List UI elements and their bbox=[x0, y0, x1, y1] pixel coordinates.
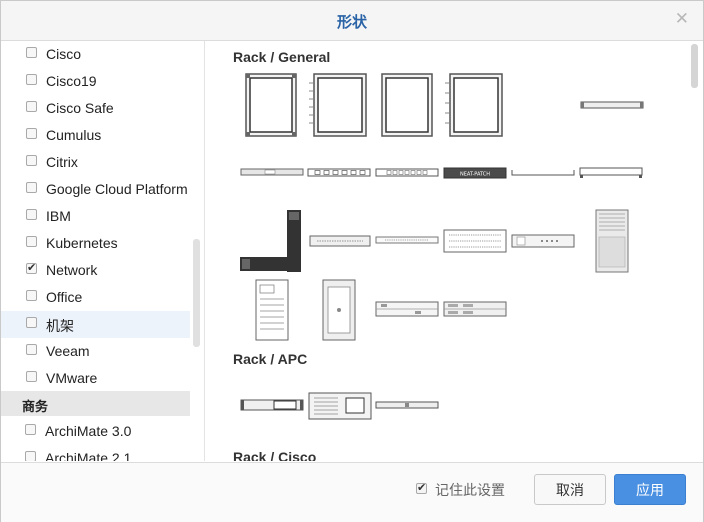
rack-switch-2u-shape[interactable] bbox=[443, 229, 507, 253]
switch-shape[interactable] bbox=[375, 168, 439, 177]
checkbox[interactable] bbox=[26, 317, 37, 328]
remember-checkbox[interactable] bbox=[416, 481, 427, 494]
apc-ups-1u-shape[interactable] bbox=[240, 398, 304, 412]
library-item-rack[interactable]: 机架 bbox=[1, 311, 190, 338]
preview-scrollbar[interactable] bbox=[691, 44, 698, 88]
checkbox[interactable] bbox=[26, 371, 37, 382]
rack-switch-1u-shape[interactable] bbox=[375, 235, 439, 245]
1u-server-shape[interactable] bbox=[240, 168, 304, 176]
close-icon[interactable]: ✕ bbox=[675, 9, 689, 29]
library-item-cisco-safe[interactable]: Cisco Safe bbox=[1, 95, 190, 122]
library-item-label: Veeam bbox=[46, 343, 90, 359]
category-label: 商务 bbox=[22, 399, 49, 414]
library-item-veeam[interactable]: Veeam bbox=[1, 338, 190, 365]
remember-label: 记住此设置 bbox=[435, 482, 505, 498]
section-title-rack-cisco: Rack / Cisco bbox=[233, 449, 317, 461]
library-item-label: Office bbox=[46, 289, 83, 305]
library-item-label: 机架 bbox=[46, 318, 74, 334]
cancel-button[interactable]: 取消 bbox=[534, 474, 606, 505]
numbered-rack-cabinet-shape[interactable] bbox=[309, 73, 369, 137]
dialog-titlebar: 形状 ✕ bbox=[1, 1, 703, 41]
dialog-title: 形状 bbox=[336, 14, 367, 31]
rack-cabinet-shape[interactable] bbox=[245, 73, 297, 137]
checkbox[interactable] bbox=[26, 290, 37, 301]
numbered-rack-shape[interactable] bbox=[445, 73, 505, 137]
library-item-citrix[interactable]: Citrix bbox=[1, 149, 190, 176]
library-item-label: Citrix bbox=[46, 154, 78, 170]
library-item-label: Cisco19 bbox=[46, 73, 97, 89]
checkbox[interactable] bbox=[26, 101, 37, 112]
library-item-label: Kubernetes bbox=[46, 235, 118, 251]
checkbox[interactable] bbox=[26, 74, 37, 85]
library-item-label: Network bbox=[46, 262, 98, 278]
library-item-archimate21[interactable]: ArchiMate 2.1 bbox=[1, 445, 190, 461]
cable-tray-shape[interactable] bbox=[511, 169, 575, 177]
shelf-shape[interactable] bbox=[580, 101, 644, 109]
checkbox[interactable] bbox=[25, 424, 36, 435]
checkbox-checked[interactable] bbox=[26, 261, 37, 274]
apc-ups-2u-shape[interactable] bbox=[308, 392, 372, 420]
apc-pdu-shape[interactable] bbox=[375, 401, 439, 409]
checkbox[interactable] bbox=[26, 47, 37, 58]
library-item-label: ArchiMate 2.1 bbox=[45, 450, 132, 461]
section-title-rack-apc: Rack / APC bbox=[233, 351, 308, 367]
library-item-archimate3[interactable]: ArchiMate 3.0 bbox=[1, 418, 190, 445]
checkbox[interactable] bbox=[26, 128, 37, 139]
checkbox[interactable] bbox=[26, 155, 37, 166]
checkbox[interactable] bbox=[26, 209, 37, 220]
checkbox[interactable] bbox=[26, 344, 37, 355]
apply-button[interactable]: 应用 bbox=[614, 474, 686, 505]
library-category-business: 商务 bbox=[1, 391, 190, 416]
shape-preview-panel[interactable]: Rack / General Rack / APC Rack / Cisco N… bbox=[205, 41, 703, 461]
library-item-network[interactable]: Network bbox=[1, 257, 190, 284]
tower-server-3-shape[interactable] bbox=[322, 279, 356, 341]
library-item-label: Cumulus bbox=[46, 127, 102, 143]
checkbox[interactable] bbox=[26, 236, 37, 247]
library-item-label: Cisco bbox=[46, 46, 82, 62]
library-item-label: Cisco Safe bbox=[46, 100, 114, 116]
library-item-google-cloud[interactable]: Google Cloud Platform bbox=[1, 176, 190, 203]
section-title-rack-general: Rack / General bbox=[233, 49, 331, 65]
library-item-cumulus[interactable]: Cumulus bbox=[1, 122, 190, 149]
checkbox[interactable] bbox=[25, 451, 36, 461]
neat-patch-shape[interactable]: NEAT-PATCH bbox=[443, 167, 507, 179]
rack-cabinet-plain-shape[interactable] bbox=[381, 73, 433, 137]
neat-patch-label: NEAT-PATCH bbox=[460, 172, 490, 178]
rack-router-shape[interactable] bbox=[309, 235, 371, 247]
library-item-label: IBM bbox=[46, 208, 71, 224]
library-item-ibm[interactable]: IBM bbox=[1, 203, 190, 230]
library-item-cisco[interactable]: Cisco bbox=[1, 41, 190, 68]
library-item-vmware[interactable]: VMware bbox=[1, 365, 190, 392]
library-item-office[interactable]: Office bbox=[1, 284, 190, 311]
rack-corner-shape[interactable] bbox=[239, 209, 303, 273]
dialog-footer: 记住此设置 取消 应用 bbox=[1, 462, 703, 522]
checkbox[interactable] bbox=[26, 182, 37, 193]
rack-server-shape[interactable] bbox=[375, 301, 439, 317]
library-list[interactable]: Cisco Cisco19 Cisco Safe Cumulus Citrix … bbox=[1, 41, 205, 461]
library-item-cisco19[interactable]: Cisco19 bbox=[1, 68, 190, 95]
rack-storage-shape[interactable] bbox=[443, 301, 507, 317]
sidebar-scrollbar[interactable] bbox=[193, 239, 200, 347]
rack-appliance-shape[interactable] bbox=[511, 234, 575, 248]
library-item-label: Google Cloud Platform bbox=[46, 181, 188, 197]
tower-server-shape[interactable] bbox=[595, 209, 629, 273]
library-item-label: VMware bbox=[46, 370, 98, 386]
library-item-label: ArchiMate 3.0 bbox=[45, 423, 132, 439]
shapes-dialog: 形状 ✕ Cisco Cisco19 Cisco Safe Cumulus Ci… bbox=[0, 0, 704, 522]
patch-panel-shape[interactable] bbox=[307, 168, 371, 177]
library-item-kubernetes[interactable]: Kubernetes bbox=[1, 230, 190, 257]
blank-panel-shape[interactable] bbox=[579, 167, 643, 179]
tower-server-2-shape[interactable] bbox=[255, 279, 289, 341]
